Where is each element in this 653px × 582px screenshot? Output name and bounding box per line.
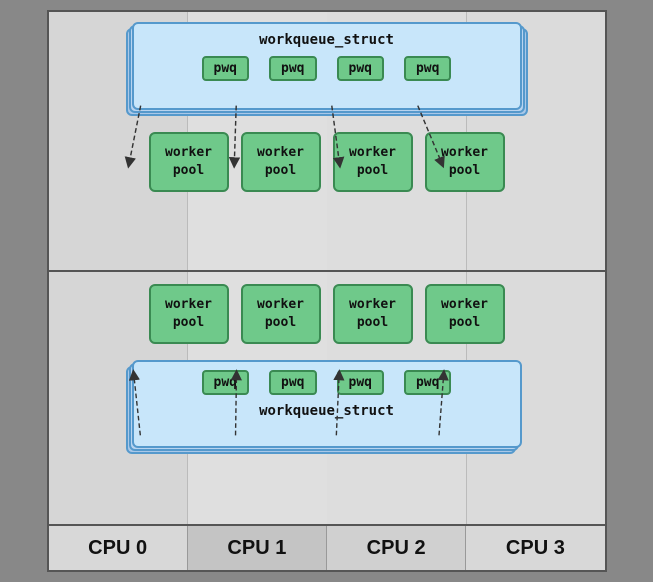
top-wq-title: workqueue_struct xyxy=(259,32,394,48)
top-pwq-3: pwq xyxy=(337,56,384,81)
cpu-label-3: CPU 3 xyxy=(466,526,604,570)
bottom-pwq-4: pwq xyxy=(404,370,451,395)
top-worker-pool-2: worker pool xyxy=(241,132,321,192)
cpu-label-1: CPU 1 xyxy=(188,526,327,570)
bottom-worker-pool-4: worker pool xyxy=(425,284,505,344)
bottom-worker-pool-1: worker pool xyxy=(149,284,229,344)
top-pwq-2: pwq xyxy=(269,56,316,81)
bottom-wq-struct: pwq pwq pwq pwq workqueue_struct xyxy=(132,360,522,448)
top-wq-struct: workqueue_struct pwq pwq pwq pwq xyxy=(132,22,522,110)
bottom-pwq-1: pwq xyxy=(202,370,249,395)
bottom-wq-title: workqueue_struct xyxy=(259,403,394,419)
cpu-labels-row: CPU 0 CPU 1 CPU 2 CPU 3 xyxy=(47,526,607,572)
top-worker-pool-1: worker pool xyxy=(149,132,229,192)
cpu-label-2: CPU 2 xyxy=(327,526,466,570)
bottom-pwq-2: pwq xyxy=(269,370,316,395)
bottom-pwq-3: pwq xyxy=(337,370,384,395)
cpu-label-0: CPU 0 xyxy=(49,526,188,570)
top-pwq-4: pwq xyxy=(404,56,451,81)
bottom-worker-pools: worker pool worker pool worker pool work… xyxy=(149,284,505,344)
top-section: workqueue_struct pwq pwq pwq pwq xyxy=(49,12,605,272)
bottom-section: worker pool worker pool worker pool work… xyxy=(49,272,605,524)
top-worker-pool-3: worker pool xyxy=(333,132,413,192)
bottom-worker-pool-3: worker pool xyxy=(333,284,413,344)
top-pwq-1: pwq xyxy=(202,56,249,81)
bottom-worker-pool-2: worker pool xyxy=(241,284,321,344)
top-worker-pools: worker pool worker pool worker pool work… xyxy=(149,132,505,192)
top-worker-pool-4: worker pool xyxy=(425,132,505,192)
